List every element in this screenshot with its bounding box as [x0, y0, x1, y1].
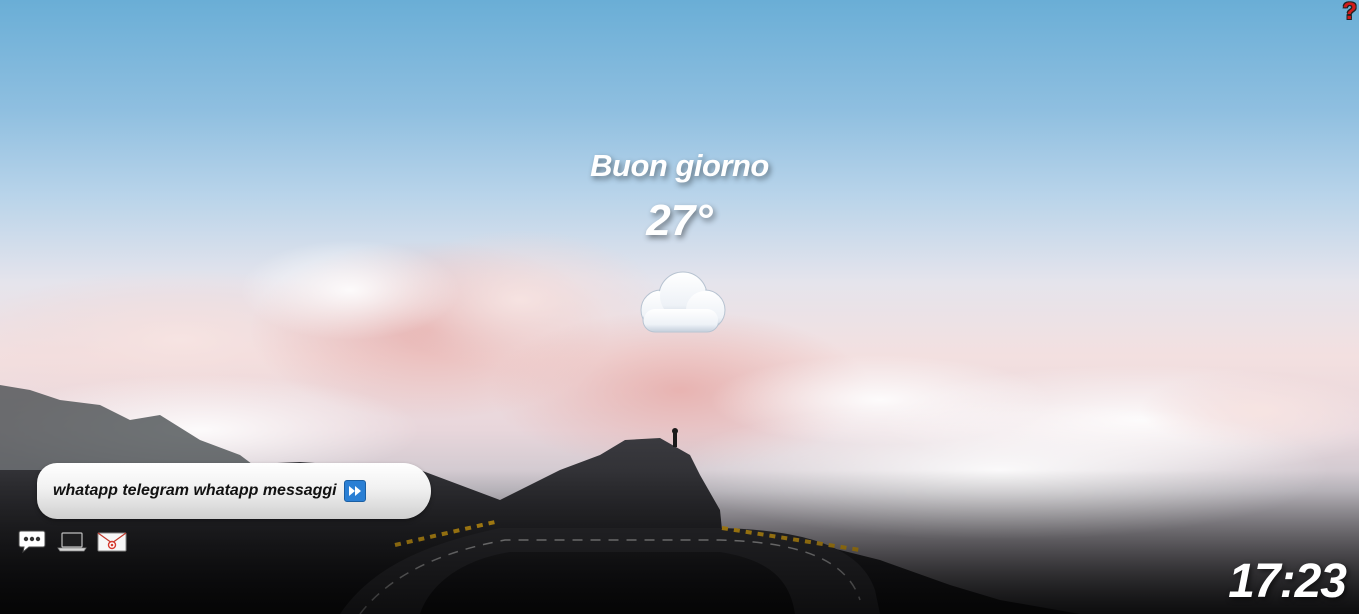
speech-bubble-icon[interactable]	[17, 530, 47, 554]
ticker-text: whatapp telegram whatapp messaggi	[53, 482, 337, 499]
help-button[interactable]: ?	[1342, 0, 1357, 26]
cloud-icon	[640, 271, 726, 333]
message-ticker[interactable]: whatapp telegram whatapp messaggi	[37, 463, 431, 519]
greeting-text: Buon giorno	[590, 148, 769, 183]
home-screen: ? Buon giorno 27° whatapp telegram whata…	[0, 0, 1359, 614]
app-launcher	[17, 530, 127, 554]
laptop-icon[interactable]	[57, 530, 87, 554]
envelope-icon[interactable]	[97, 530, 127, 554]
temperature-readout: 27°	[646, 196, 713, 245]
fast-forward-icon[interactable]	[343, 480, 366, 502]
clock: 17:23	[1228, 555, 1347, 608]
